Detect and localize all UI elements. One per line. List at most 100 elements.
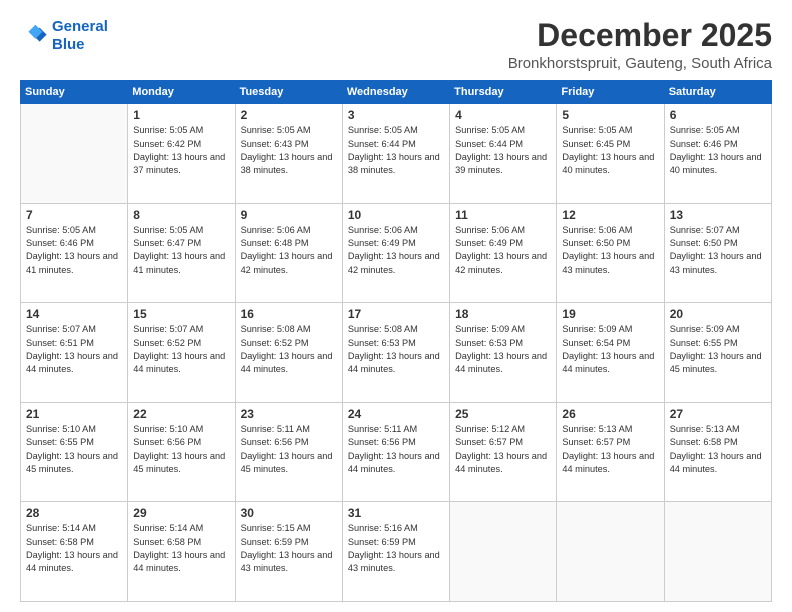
day-number: 7 [26,208,122,222]
calendar-cell: 28 Sunrise: 5:14 AM Sunset: 6:58 PM Dayli… [21,502,128,602]
calendar-cell: 15 Sunrise: 5:07 AM Sunset: 6:52 PM Dayli… [128,303,235,403]
logo: General Blue [20,18,108,54]
calendar-cell: 10 Sunrise: 5:06 AM Sunset: 6:49 PM Dayli… [342,203,449,303]
day-number: 6 [670,108,766,122]
calendar-cell [557,502,664,602]
calendar-cell: 22Sunrise: 5:10 AM Sunset: 6:56 PM Dayli… [128,402,235,502]
calendar-cell: 1 Sunrise: 5:05 AM Sunset: 6:42 PM Daylig… [128,104,235,204]
day-number: 30 [241,506,337,520]
day-info: Sunrise: 5:06 AM Sunset: 6:49 PM Dayligh… [455,224,551,277]
logo-icon [20,22,48,50]
day-info: Sunrise: 5:10 AM Sunset: 6:56 PM Dayligh… [133,423,229,476]
day-number: 17 [348,307,444,321]
calendar-cell: 20 Sunrise: 5:09 AM Sunset: 6:55 PM Dayli… [664,303,771,403]
day-number: 5 [562,108,658,122]
day-info: Sunrise: 5:05 AM Sunset: 6:45 PM Dayligh… [562,124,658,177]
calendar-cell [450,502,557,602]
day-number: 4 [455,108,551,122]
calendar-cell: 24Sunrise: 5:11 AM Sunset: 6:56 PM Dayli… [342,402,449,502]
day-number: 1 [133,108,229,122]
calendar-cell: 31 Sunrise: 5:16 AM Sunset: 6:59 PM Dayli… [342,502,449,602]
calendar-cell [664,502,771,602]
calendar-header-row: Sunday Monday Tuesday Wednesday Thursday… [21,81,772,104]
day-info: Sunrise: 5:14 AM Sunset: 6:58 PM Dayligh… [26,522,122,575]
day-info: Sunrise: 5:09 AM Sunset: 6:54 PM Dayligh… [562,323,658,376]
day-info: Sunrise: 5:09 AM Sunset: 6:53 PM Dayligh… [455,323,551,376]
day-number: 9 [241,208,337,222]
col-friday: Friday [557,81,664,104]
calendar-week-3: 14Sunrise: 5:07 AM Sunset: 6:51 PM Dayli… [21,303,772,403]
day-number: 15 [133,307,229,321]
day-number: 3 [348,108,444,122]
calendar-cell: 18 Sunrise: 5:09 AM Sunset: 6:53 PM Dayli… [450,303,557,403]
day-info: Sunrise: 5:06 AM Sunset: 6:50 PM Dayligh… [562,224,658,277]
day-number: 24 [348,407,444,421]
day-number: 29 [133,506,229,520]
day-info: Sunrise: 5:13 AM Sunset: 6:58 PM Dayligh… [670,423,766,476]
day-number: 21 [26,407,122,421]
calendar-cell: 25Sunrise: 5:12 AM Sunset: 6:57 PM Dayli… [450,402,557,502]
page: General Blue December 2025 Bronkhorstspr… [0,0,792,612]
day-info: Sunrise: 5:05 AM Sunset: 6:42 PM Dayligh… [133,124,229,177]
day-info: Sunrise: 5:06 AM Sunset: 6:48 PM Dayligh… [241,224,337,277]
main-title: December 2025 [508,18,772,53]
day-info: Sunrise: 5:08 AM Sunset: 6:52 PM Dayligh… [241,323,337,376]
day-info: Sunrise: 5:05 AM Sunset: 6:44 PM Dayligh… [455,124,551,177]
logo-text: General Blue [52,18,108,54]
day-info: Sunrise: 5:06 AM Sunset: 6:49 PM Dayligh… [348,224,444,277]
day-number: 20 [670,307,766,321]
col-monday: Monday [128,81,235,104]
calendar-week-4: 21 Sunrise: 5:10 AM Sunset: 6:55 PM Dayli… [21,402,772,502]
calendar-cell: 27 Sunrise: 5:13 AM Sunset: 6:58 PM Dayli… [664,402,771,502]
day-number: 28 [26,506,122,520]
day-number: 19 [562,307,658,321]
calendar-table: Sunday Monday Tuesday Wednesday Thursday… [20,80,772,602]
day-info: Sunrise: 5:07 AM Sunset: 6:50 PM Dayligh… [670,224,766,277]
day-info: Sunrise: 5:05 AM Sunset: 6:43 PM Dayligh… [241,124,337,177]
day-number: 16 [241,307,337,321]
day-info: Sunrise: 5:14 AM Sunset: 6:58 PM Dayligh… [133,522,229,575]
day-number: 10 [348,208,444,222]
calendar-cell: 19 Sunrise: 5:09 AM Sunset: 6:54 PM Dayli… [557,303,664,403]
calendar-cell [21,104,128,204]
day-info: Sunrise: 5:05 AM Sunset: 6:44 PM Dayligh… [348,124,444,177]
calendar-cell: 29 Sunrise: 5:14 AM Sunset: 6:58 PM Dayli… [128,502,235,602]
calendar-week-2: 7 Sunrise: 5:05 AM Sunset: 6:46 PM Daylig… [21,203,772,303]
day-number: 27 [670,407,766,421]
day-info: Sunrise: 5:10 AM Sunset: 6:55 PM Dayligh… [26,423,122,476]
calendar-week-5: 28 Sunrise: 5:14 AM Sunset: 6:58 PM Dayli… [21,502,772,602]
calendar-cell: 3 Sunrise: 5:05 AM Sunset: 6:44 PM Daylig… [342,104,449,204]
calendar-cell: 5 Sunrise: 5:05 AM Sunset: 6:45 PM Daylig… [557,104,664,204]
calendar-cell: 9 Sunrise: 5:06 AM Sunset: 6:48 PM Daylig… [235,203,342,303]
day-info: Sunrise: 5:08 AM Sunset: 6:53 PM Dayligh… [348,323,444,376]
day-info: Sunrise: 5:13 AM Sunset: 6:57 PM Dayligh… [562,423,658,476]
title-block: December 2025 Bronkhorstspruit, Gauteng,… [508,18,772,72]
calendar-cell: 16 Sunrise: 5:08 AM Sunset: 6:52 PM Dayli… [235,303,342,403]
day-info: Sunrise: 5:09 AM Sunset: 6:55 PM Dayligh… [670,323,766,376]
calendar-cell: 11 Sunrise: 5:06 AM Sunset: 6:49 PM Dayli… [450,203,557,303]
calendar-cell: 13 Sunrise: 5:07 AM Sunset: 6:50 PM Dayli… [664,203,771,303]
day-number: 31 [348,506,444,520]
day-info: Sunrise: 5:07 AM Sunset: 6:52 PM Dayligh… [133,323,229,376]
calendar-cell: 4 Sunrise: 5:05 AM Sunset: 6:44 PM Daylig… [450,104,557,204]
logo-line1: General [52,18,108,35]
day-number: 8 [133,208,229,222]
day-number: 26 [562,407,658,421]
calendar-cell: 14Sunrise: 5:07 AM Sunset: 6:51 PM Dayli… [21,303,128,403]
calendar-cell: 26 Sunrise: 5:13 AM Sunset: 6:57 PM Dayli… [557,402,664,502]
day-number: 11 [455,208,551,222]
day-number: 13 [670,208,766,222]
calendar-cell: 23Sunrise: 5:11 AM Sunset: 6:56 PM Dayli… [235,402,342,502]
calendar-cell: 17 Sunrise: 5:08 AM Sunset: 6:53 PM Dayli… [342,303,449,403]
logo-line2: Blue [52,36,85,53]
col-saturday: Saturday [664,81,771,104]
day-number: 25 [455,407,551,421]
day-number: 18 [455,307,551,321]
day-info: Sunrise: 5:05 AM Sunset: 6:46 PM Dayligh… [26,224,122,277]
day-info: Sunrise: 5:11 AM Sunset: 6:56 PM Dayligh… [241,423,337,476]
day-info: Sunrise: 5:15 AM Sunset: 6:59 PM Dayligh… [241,522,337,575]
subtitle: Bronkhorstspruit, Gauteng, South Africa [508,55,772,72]
col-wednesday: Wednesday [342,81,449,104]
day-info: Sunrise: 5:16 AM Sunset: 6:59 PM Dayligh… [348,522,444,575]
day-info: Sunrise: 5:05 AM Sunset: 6:46 PM Dayligh… [670,124,766,177]
